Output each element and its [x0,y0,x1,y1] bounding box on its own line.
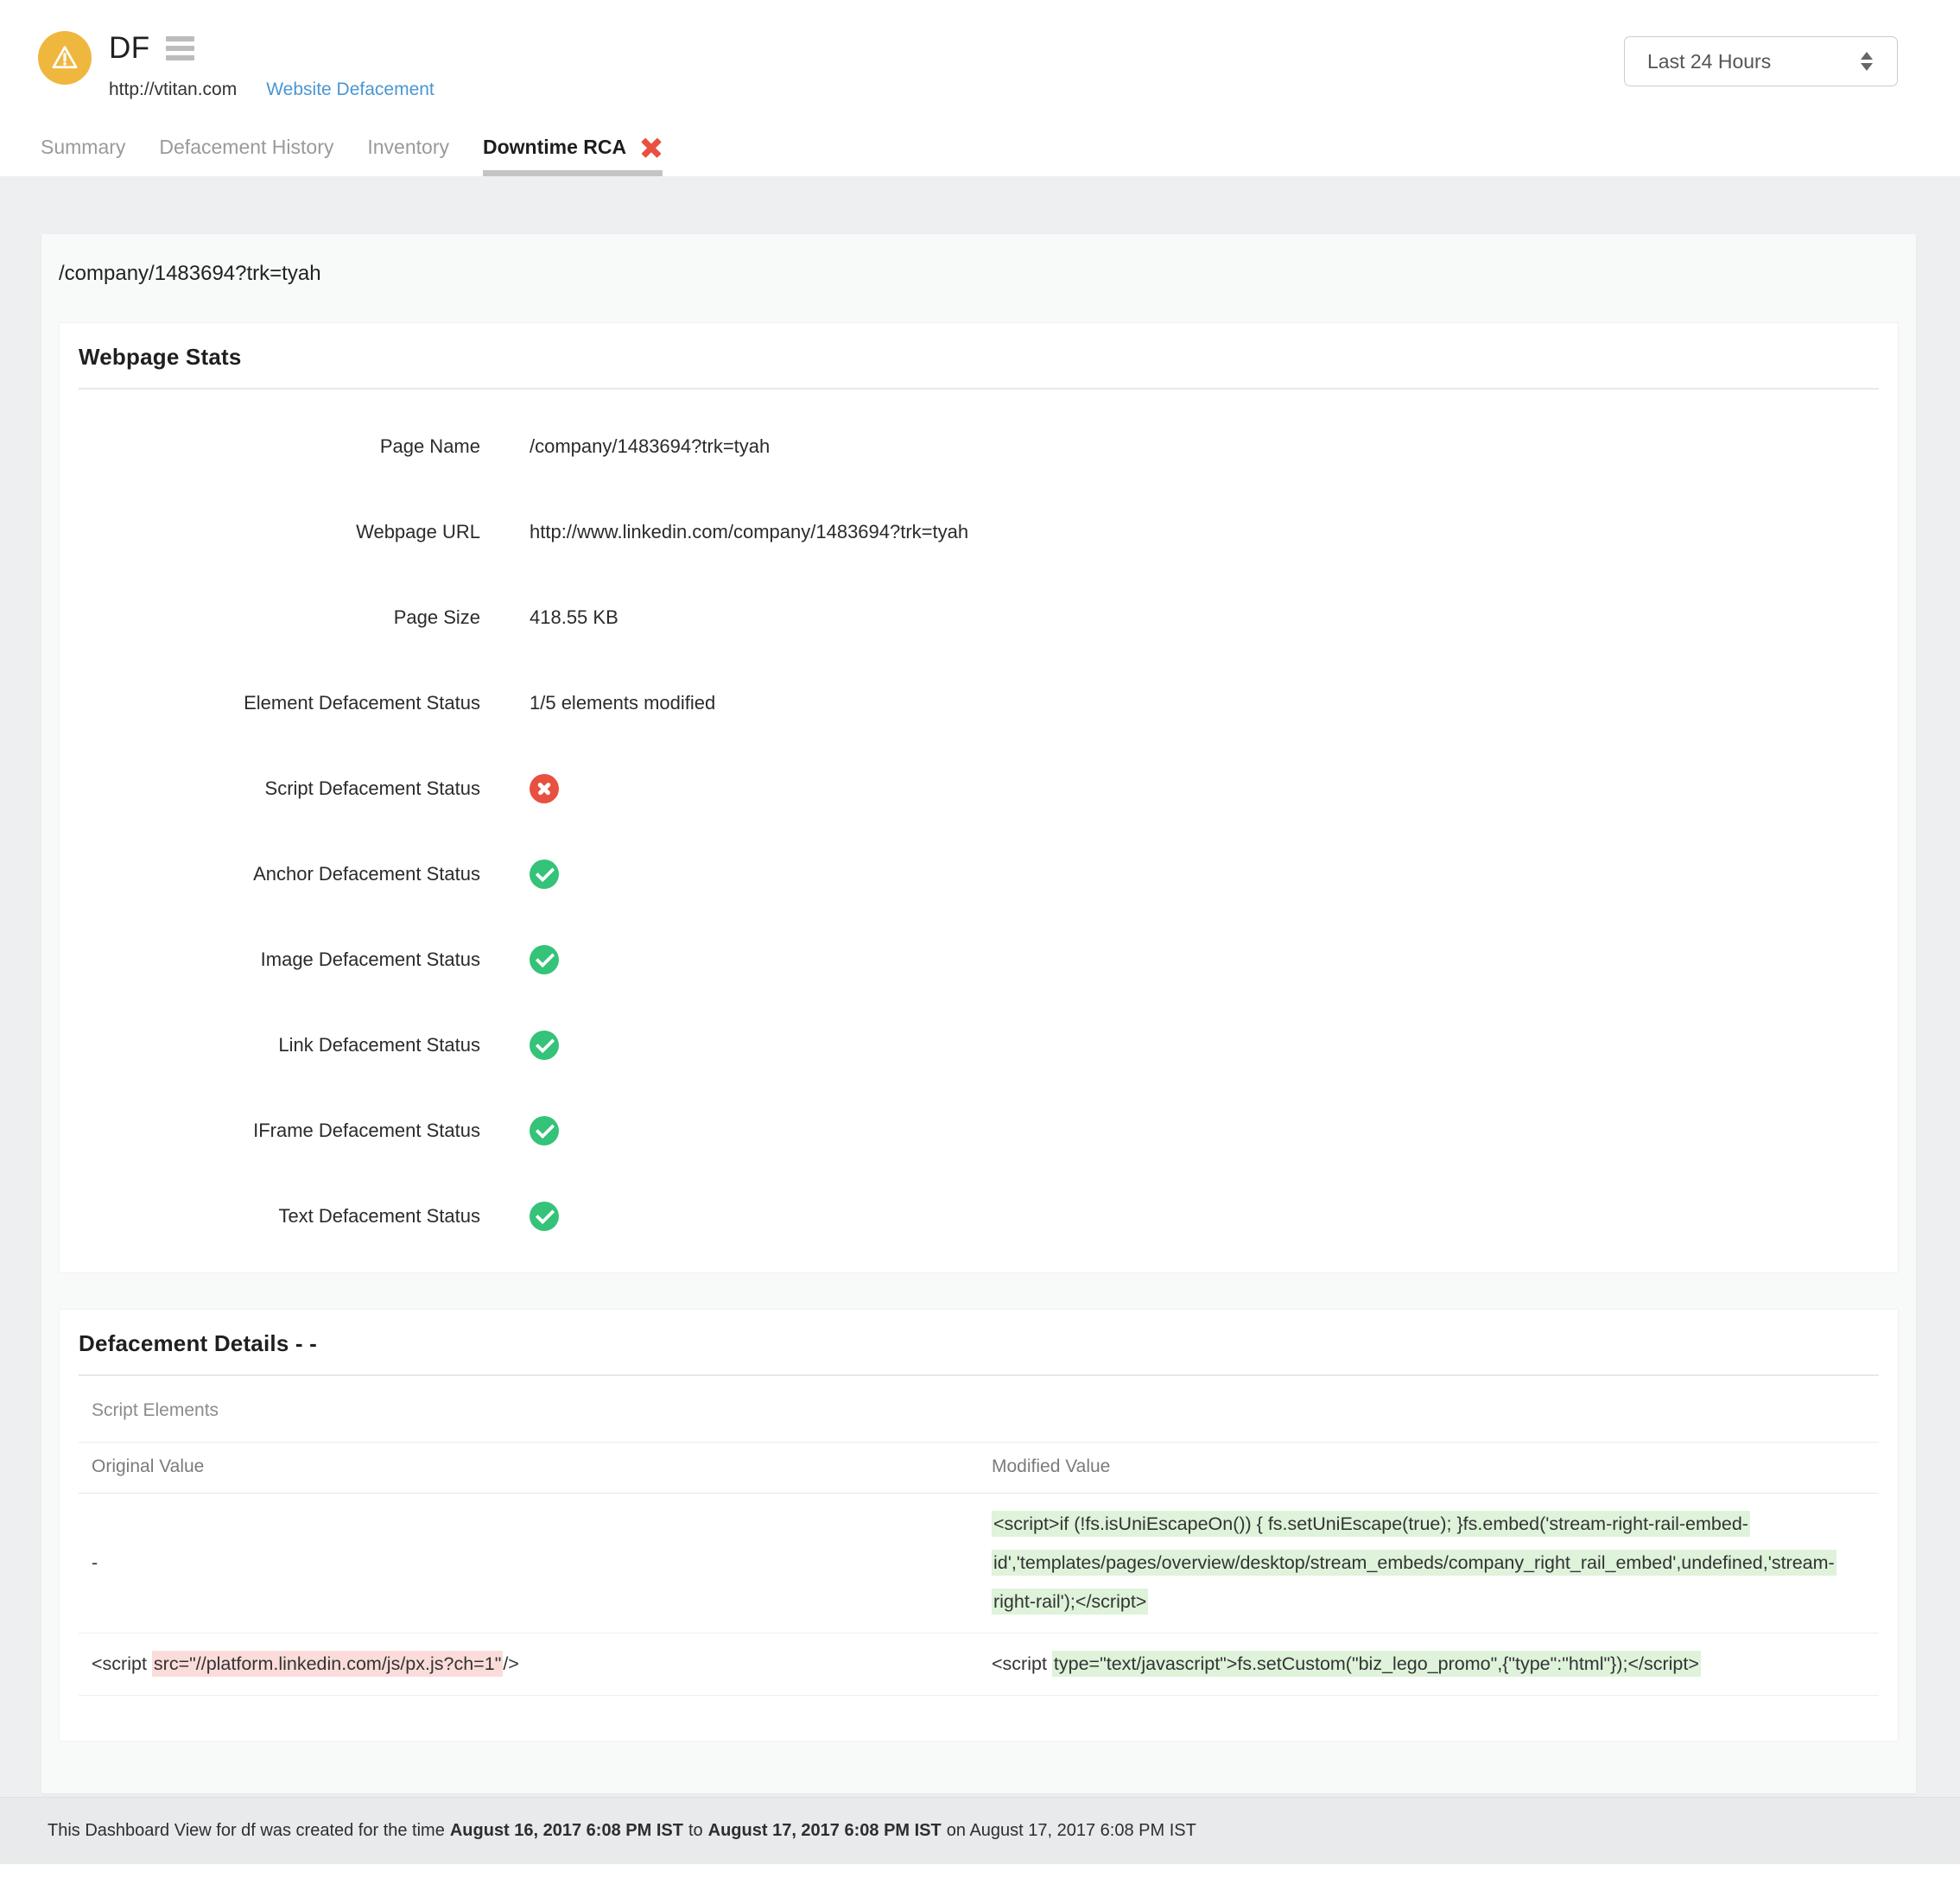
table-row: - <script>if (!fs.isUniEscapeOn()) { fs.… [79,1494,1879,1634]
stat-label: IFrame Defacement Status [79,1120,480,1142]
footer-text: to [688,1821,703,1841]
footer-created-time: on August 17, 2017 6:08 PM IST [947,1821,1196,1841]
stat-label: Script Defacement Status [79,777,480,800]
removed-code-highlight: src="//platform.linkedin.com/js/px.js?ch… [152,1651,503,1677]
tab-bar: Summary Defacement History Inventory Dow… [41,136,663,176]
stat-row-script-defacement: Script Defacement Status [79,745,1879,831]
check-circle-icon [530,1202,559,1231]
stat-value: 1/5 elements modified [530,692,715,714]
app-header: DF http://vtitan.com Website Defacement … [0,0,1960,176]
check-circle-icon [530,860,559,889]
added-code-highlight: <script>if (!fs.isUniEscapeOn()) { fs.se… [992,1511,1836,1615]
stat-label: Page Name [79,435,480,458]
stat-value: /company/1483694?trk=tyah [530,435,770,458]
added-code-highlight: type="text/javascript">fs.setCustom("biz… [1052,1651,1701,1677]
original-value-cell: - [79,1532,979,1594]
cross-circle-icon [530,774,559,803]
stat-label: Page Size [79,606,480,629]
original-value-cell: <script src="//platform.linkedin.com/js/… [79,1634,979,1695]
tab-inventory[interactable]: Inventory [367,136,449,176]
defacement-details-card: Defacement Details - - Script Elements O… [59,1309,1899,1742]
tab-downtime-rca-label: Downtime RCA [483,136,626,159]
hamburger-menu-icon[interactable] [166,36,194,60]
stat-value: http://www.linkedin.com/company/1483694?… [530,521,968,543]
stat-row-anchor-defacement: Anchor Defacement Status [79,831,1879,917]
monitor-name: DF [109,31,150,66]
stat-label: Link Defacement Status [79,1034,480,1056]
select-arrows-icon [1861,52,1873,71]
divider [79,388,1879,390]
monitor-info: DF http://vtitan.com Website Defacement [109,31,434,100]
check-circle-icon [530,1031,559,1060]
page-title: /company/1483694?trk=tyah [59,248,1899,322]
stat-row-image-defacement: Image Defacement Status [79,917,1879,1002]
table-row: <script src="//platform.linkedin.com/js/… [79,1634,1879,1696]
modified-value-column-header: Modified Value [979,1443,1879,1493]
check-circle-icon [530,945,559,974]
stat-label: Anchor Defacement Status [79,863,480,885]
time-range-select[interactable]: Last 24 Hours [1624,36,1898,86]
footer-end-time: August 17, 2017 6:08 PM IST [708,1821,942,1841]
table-header-row: Original Value Modified Value [79,1443,1879,1494]
stat-label: Text Defacement Status [79,1205,480,1228]
warning-triangle-icon [38,31,92,85]
check-circle-icon [530,1116,559,1145]
page-card: /company/1483694?trk=tyah Webpage Stats … [41,234,1916,1793]
modified-value-cell: <script>if (!fs.isUniEscapeOn()) { fs.se… [979,1494,1879,1633]
webpage-stats-table: Page Name /company/1483694?trk=tyah Webp… [79,403,1879,1259]
stat-row-page-size: Page Size 418.55 KB [79,574,1879,660]
divider [79,1374,1879,1376]
stat-row-page-name: Page Name /company/1483694?trk=tyah [79,403,1879,489]
footer-text: This Dashboard View for df was created f… [48,1821,445,1841]
stat-label: Image Defacement Status [79,949,480,971]
webpage-stats-heading: Webpage Stats [79,344,1879,371]
website-defacement-link[interactable]: Website Defacement [266,79,434,100]
monitor-url: http://vtitan.com [109,79,237,100]
tab-summary[interactable]: Summary [41,136,125,176]
defacement-details-heading: Defacement Details - - [79,1330,1879,1357]
tab-downtime-rca[interactable]: Downtime RCA [483,136,663,176]
stat-row-element-defacement: Element Defacement Status 1/5 elements m… [79,660,1879,745]
time-range-value: Last 24 Hours [1647,50,1771,73]
script-elements-table: Original Value Modified Value - <script>… [79,1443,1879,1727]
content-area: /company/1483694?trk=tyah Webpage Stats … [0,176,1960,1797]
stat-row-webpage-url: Webpage URL http://www.linkedin.com/comp… [79,489,1879,574]
tab-defacement-history[interactable]: Defacement History [159,136,333,176]
webpage-stats-card: Webpage Stats Page Name /company/1483694… [59,322,1899,1273]
footer-start-time: August 16, 2017 6:08 PM IST [450,1821,683,1841]
stat-value: 418.55 KB [530,606,618,629]
original-value-column-header: Original Value [79,1443,979,1493]
script-elements-label: Script Elements [79,1400,1879,1421]
dashboard-footer: This Dashboard View for df was created f… [0,1797,1960,1864]
stat-row-iframe-defacement: IFrame Defacement Status [79,1088,1879,1173]
modified-value-cell: <script type="text/javascript">fs.setCus… [979,1634,1879,1695]
stat-label: Webpage URL [79,521,480,543]
tab-close-icon[interactable] [640,136,663,159]
stat-label: Element Defacement Status [79,692,480,714]
stat-row-link-defacement: Link Defacement Status [79,1002,1879,1088]
stat-row-text-defacement: Text Defacement Status [79,1173,1879,1259]
